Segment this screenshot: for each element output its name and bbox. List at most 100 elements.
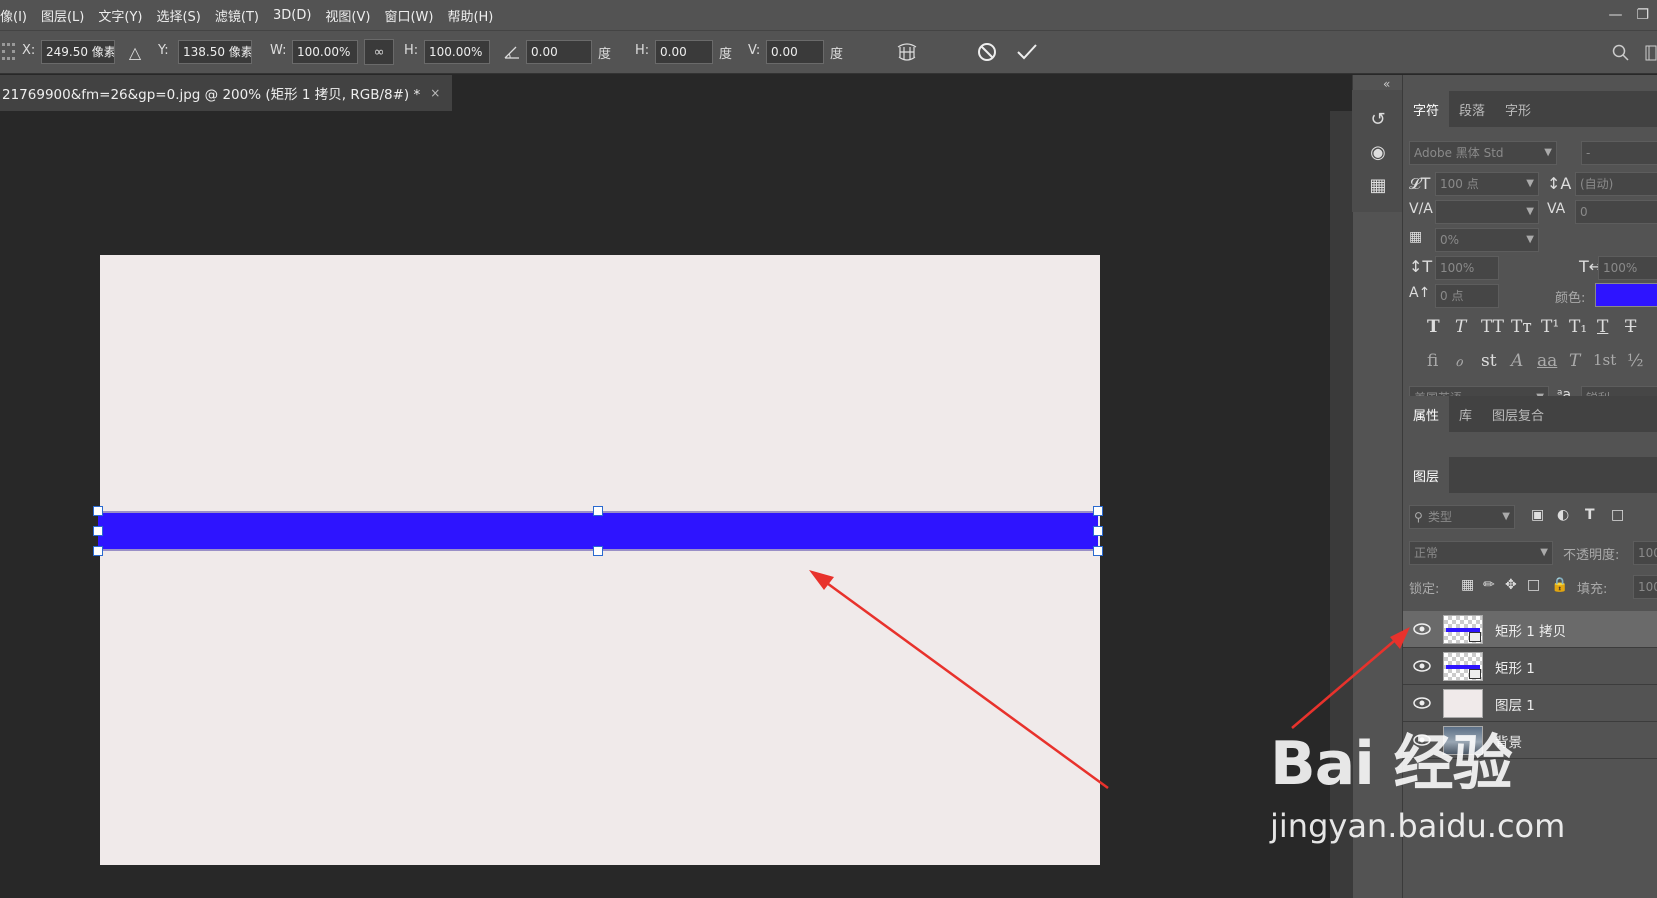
font-size-field[interactable]: 100 点 ▼ xyxy=(1435,172,1539,196)
y-field[interactable]: 138.50 像素 xyxy=(178,40,252,64)
menu-type[interactable]: 文字(Y) xyxy=(91,6,149,25)
filter-type-icon[interactable]: T xyxy=(1585,507,1595,523)
fractions-button[interactable]: ½ xyxy=(1627,351,1643,371)
x-field[interactable]: 249.50 像素 xyxy=(41,40,115,64)
visibility-eye-icon[interactable] xyxy=(1413,695,1431,711)
text-color-swatch[interactable] xyxy=(1595,283,1657,307)
lock-position-icon[interactable]: ✥ xyxy=(1505,577,1517,593)
layer-row[interactable]: 矩形 1 拷贝 xyxy=(1403,611,1657,648)
restore-icon[interactable]: ❐ xyxy=(1636,7,1649,23)
font-style-select[interactable]: - xyxy=(1581,141,1657,165)
tab-libraries[interactable]: 库 xyxy=(1449,396,1482,432)
lock-all-icon[interactable]: 🔒 xyxy=(1551,577,1568,593)
menu-filter[interactable]: 滤镜(T) xyxy=(208,6,266,25)
menu-help[interactable]: 帮助(H) xyxy=(440,6,500,25)
angle-field[interactable]: 0.00 xyxy=(526,40,592,64)
blend-mode-select[interactable]: 正常 ▼ xyxy=(1409,541,1553,565)
filter-shape-icon[interactable]: □ xyxy=(1611,507,1624,523)
h-skew-field[interactable]: 0.00 xyxy=(655,40,713,64)
transform-handle-bottom-right[interactable] xyxy=(1093,546,1103,556)
swatches-grid-icon[interactable]: ▦ xyxy=(1367,174,1389,196)
menu-image[interactable]: 像(I) xyxy=(0,6,34,25)
history-icon[interactable]: ↺ xyxy=(1367,108,1389,130)
color-palette-icon[interactable]: ◉ xyxy=(1367,141,1389,163)
stylistic-alternates-button[interactable]: A xyxy=(1511,351,1523,371)
strikethrough-button[interactable]: T xyxy=(1625,317,1636,337)
small-caps-button[interactable]: Tт xyxy=(1511,317,1532,337)
menu-window[interactable]: 窗口(W) xyxy=(377,6,440,25)
close-tab-icon[interactable]: × xyxy=(430,86,440,100)
document-tab[interactable]: 21769900&fm=26&gp=0.jpg @ 200% (矩形 1 拷贝,… xyxy=(0,75,453,111)
vertical-scale-field[interactable]: 100% xyxy=(1435,256,1499,280)
link-aspect-icon[interactable]: ∞ xyxy=(364,39,394,65)
blue-rectangle-shape[interactable] xyxy=(98,511,1098,551)
swash-button[interactable]: st xyxy=(1481,351,1497,371)
filter-pixel-icon[interactable]: ▣ xyxy=(1531,507,1544,523)
collapse-panels-icon[interactable]: « xyxy=(1383,77,1390,91)
horizontal-scale-field[interactable]: 100% xyxy=(1598,256,1657,280)
transform-handle-bottom-center[interactable] xyxy=(593,546,603,556)
baidu-jingyan-watermark: Bai 经验 jingyan.baidu.com xyxy=(1270,715,1650,865)
ordinals-alt-button[interactable]: T xyxy=(1569,351,1580,371)
subscript-button[interactable]: T₁ xyxy=(1569,317,1587,337)
tab-properties[interactable]: 属性 xyxy=(1403,396,1450,432)
kerning-field[interactable]: ▼ xyxy=(1435,200,1539,224)
relative-position-icon[interactable]: △ xyxy=(127,43,143,62)
menu-view[interactable]: 视图(V) xyxy=(318,6,377,25)
menu-3d[interactable]: 3D(D) xyxy=(266,8,318,23)
underline-button[interactable]: T xyxy=(1597,317,1608,337)
transform-handle-top-left[interactable] xyxy=(93,506,103,516)
cancel-transform-icon[interactable] xyxy=(977,42,997,62)
warp-mode-icon[interactable] xyxy=(896,41,918,63)
tab-layer-comps[interactable]: 图层复合 xyxy=(1482,396,1554,432)
transform-handle-middle-left[interactable] xyxy=(93,526,103,536)
faux-italic-button[interactable]: T xyxy=(1455,317,1466,337)
menu-select[interactable]: 选择(S) xyxy=(149,6,207,25)
menu-layer[interactable]: 图层(L) xyxy=(34,6,91,25)
transform-handle-middle-right[interactable] xyxy=(1093,526,1103,536)
width-field[interactable]: 100.00% xyxy=(292,40,358,64)
options-bar: X: 249.50 像素 △ Y: 138.50 像素 W: 100.00% ∞… xyxy=(0,30,1657,74)
v-skew-field[interactable]: 0.00 xyxy=(766,40,824,64)
layer-filter-select[interactable]: ⚲ 类型 ▼ xyxy=(1409,505,1515,529)
layer-row[interactable]: 矩形 1 xyxy=(1403,648,1657,685)
layer-name: 图层 1 xyxy=(1495,698,1535,714)
minimize-icon[interactable]: — xyxy=(1608,7,1622,23)
menu-bar: 像(I) 图层(L) 文字(Y) 选择(S) 滤镜(T) 3D(D) 视图(V)… xyxy=(0,0,1657,30)
tab-paragraph[interactable]: 段落 xyxy=(1449,91,1495,127)
font-family-select[interactable]: Adobe 黑体 Std ▼ xyxy=(1409,141,1557,165)
leading-field[interactable]: (自动) xyxy=(1575,172,1657,196)
titling-alternates-button[interactable]: aa xyxy=(1537,351,1557,371)
commit-transform-icon[interactable] xyxy=(1016,42,1038,62)
transform-handle-top-center[interactable] xyxy=(593,506,603,516)
ordinals-button[interactable]: 1st xyxy=(1593,351,1616,369)
fill-field[interactable]: 100% xyxy=(1633,575,1657,599)
document-canvas[interactable] xyxy=(100,255,1100,865)
reference-point-icon[interactable] xyxy=(2,43,16,61)
tab-glyphs[interactable]: 字形 xyxy=(1495,91,1541,127)
all-caps-button[interactable]: TT xyxy=(1481,317,1504,337)
tab-character[interactable]: 字符 xyxy=(1403,91,1450,127)
visibility-eye-icon[interactable] xyxy=(1413,658,1431,674)
discretionary-ligatures-button[interactable]: ℴ xyxy=(1455,351,1463,371)
visibility-eye-icon[interactable] xyxy=(1413,621,1431,637)
lock-brush-icon[interactable]: ✏ xyxy=(1483,577,1495,593)
superscript-button[interactable]: T¹ xyxy=(1541,317,1559,337)
workspace-icon[interactable] xyxy=(1645,45,1657,61)
window-controls: — ❐ xyxy=(1608,0,1657,30)
lock-transparent-icon[interactable]: ▦ xyxy=(1461,577,1474,593)
filter-adjustment-icon[interactable]: ◐ xyxy=(1557,507,1569,523)
height-field[interactable]: 100.00% xyxy=(424,40,490,64)
ligatures-button[interactable]: ﬁ xyxy=(1427,351,1438,371)
search-icon[interactable] xyxy=(1612,44,1630,62)
tab-layers[interactable]: 图层 xyxy=(1403,457,1450,493)
h-skew-unit: 度 xyxy=(719,47,733,62)
tsume-field[interactable]: 0% ▼ xyxy=(1435,228,1539,252)
lock-artboard-icon[interactable]: □ xyxy=(1527,577,1540,593)
transform-handle-top-right[interactable] xyxy=(1093,506,1103,516)
tracking-field[interactable]: 0 xyxy=(1575,200,1657,224)
transform-handle-bottom-left[interactable] xyxy=(93,546,103,556)
opacity-field[interactable]: 100% xyxy=(1633,541,1657,565)
baseline-shift-field[interactable]: 0 点 xyxy=(1435,284,1499,308)
faux-bold-button[interactable]: T xyxy=(1427,317,1440,337)
